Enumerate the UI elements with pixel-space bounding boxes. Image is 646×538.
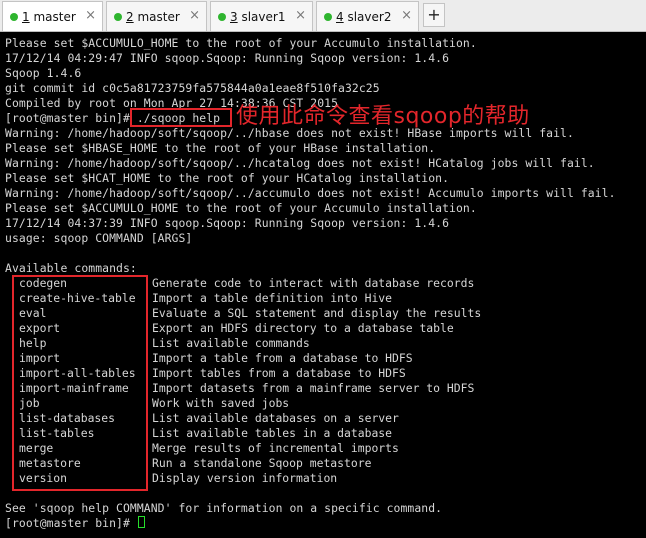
terminal-line: Warning: /home/hadoop/soft/sqoop/../hcat… bbox=[5, 156, 595, 170]
command-description: Export an HDFS directory to a database t… bbox=[152, 321, 454, 335]
tab-number: 2 bbox=[126, 9, 134, 24]
session-status-icon bbox=[324, 12, 332, 21]
tab-label: master bbox=[33, 9, 76, 24]
terminal-line: Please set $HCAT_HOME to the root of you… bbox=[5, 171, 450, 185]
command-description: Import datasets from a mainframe server … bbox=[152, 381, 475, 395]
session-status-icon bbox=[218, 12, 226, 21]
terminal-cursor bbox=[138, 516, 145, 528]
session-status-icon bbox=[114, 12, 122, 21]
terminal-line: Sqoop 1.4.6 bbox=[5, 66, 82, 80]
terminal-line: Please set $ACCUMULO_HOME to the root of… bbox=[5, 201, 477, 215]
tab-1-master[interactable]: 1 master × bbox=[2, 1, 103, 31]
command-description: Display version information bbox=[152, 471, 338, 485]
tab-4-slaver2[interactable]: 4 slaver2 × bbox=[316, 1, 419, 31]
terminal-line: Please set $HBASE_HOME to the root of yo… bbox=[5, 141, 436, 155]
close-tab-icon[interactable]: × bbox=[85, 8, 96, 24]
command-description: Evaluate a SQL statement and display the… bbox=[152, 306, 482, 320]
terminal-line: usage: sqoop COMMAND [ARGS] bbox=[5, 231, 193, 245]
tab-label: slaver1 bbox=[241, 9, 286, 24]
command-description: Generate code to interact with database … bbox=[152, 276, 475, 290]
tab-number: 3 bbox=[230, 9, 238, 24]
terminal-line: Available commands: bbox=[5, 261, 137, 275]
terminal-prompt: [root@master bin]# bbox=[5, 516, 137, 530]
terminal-line: Warning: /home/hadoop/soft/sqoop/../accu… bbox=[5, 186, 616, 200]
command-description: Merge results of incremental imports bbox=[152, 441, 399, 455]
session-status-icon bbox=[10, 12, 18, 21]
close-tab-icon[interactable]: × bbox=[295, 8, 306, 24]
tab-3-slaver1[interactable]: 3 slaver1 × bbox=[210, 1, 313, 31]
commands-list-highlight-box bbox=[12, 275, 148, 491]
command-description: List available tables in a database bbox=[152, 426, 393, 440]
terminal-line: See 'sqoop help COMMAND' for information… bbox=[5, 501, 443, 515]
command-description: List available commands bbox=[152, 336, 310, 350]
command-description: Run a standalone Sqoop metastore bbox=[152, 456, 372, 470]
command-description: List available databases on a server bbox=[152, 411, 399, 425]
command-highlight-box bbox=[130, 108, 232, 127]
tab-number: 1 bbox=[22, 9, 30, 24]
terminal-line: Please set $ACCUMULO_HOME to the root of… bbox=[5, 36, 477, 50]
tab-label: master bbox=[137, 9, 180, 24]
close-tab-icon[interactable]: × bbox=[401, 8, 412, 24]
tab-label: slaver2 bbox=[347, 9, 392, 24]
tab-bar: 1 master × 2 master × 3 slaver1 × 4 slav… bbox=[0, 0, 646, 32]
command-description: Import a table definition into Hive bbox=[152, 291, 393, 305]
annotation-text: 使用此命令查看sqoop的帮助 bbox=[236, 104, 530, 129]
terminal-line: git commit id c0c5a81723759fa575844a0a1e… bbox=[5, 81, 380, 95]
add-tab-button[interactable]: + bbox=[423, 3, 445, 27]
close-tab-icon[interactable]: × bbox=[189, 8, 200, 24]
tab-number: 4 bbox=[336, 9, 344, 24]
terminal-line: 17/12/14 04:29:47 INFO sqoop.Sqoop: Runn… bbox=[5, 51, 450, 65]
command-description: Import a table from a database to HDFS bbox=[152, 351, 413, 365]
terminal-line: 17/12/14 04:37:39 INFO sqoop.Sqoop: Runn… bbox=[5, 216, 450, 230]
command-description: Work with saved jobs bbox=[152, 396, 290, 410]
tab-2-master[interactable]: 2 master × bbox=[106, 1, 207, 31]
command-description: Import tables from a database to HDFS bbox=[152, 366, 406, 380]
